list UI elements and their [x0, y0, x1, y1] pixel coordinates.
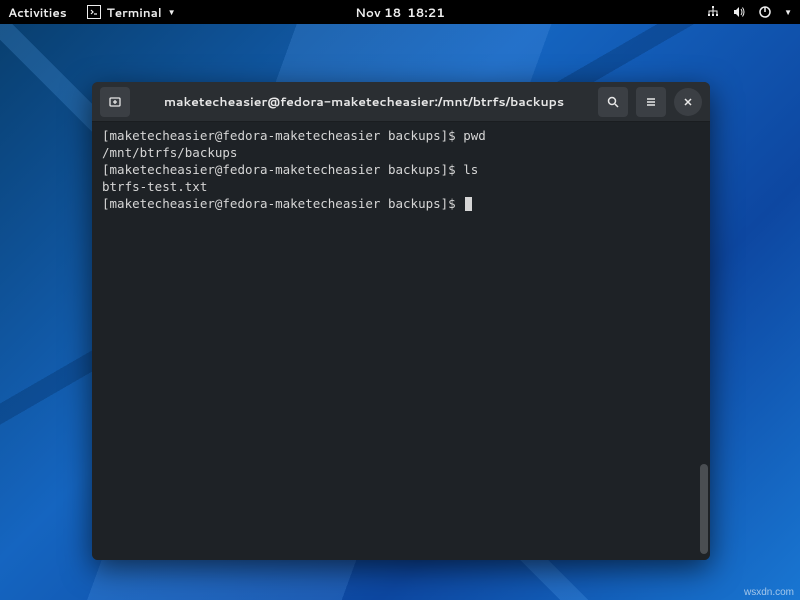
menu-button[interactable]	[636, 87, 666, 117]
active-app-name: Terminal	[107, 4, 162, 21]
power-icon[interactable]	[758, 5, 772, 19]
window-title: maketecheasier@fedora-maketecheasier:/mn…	[132, 93, 596, 111]
terminal-window: maketecheasier@fedora-maketecheasier:/mn…	[92, 82, 710, 560]
terminal-icon	[87, 5, 101, 19]
terminal-line: [maketecheasier@fedora-maketecheasier ba…	[102, 162, 700, 179]
volume-icon[interactable]	[732, 5, 746, 19]
window-titlebar[interactable]: maketecheasier@fedora-maketecheasier:/mn…	[92, 82, 710, 122]
cursor	[465, 197, 472, 211]
terminal-content[interactable]: [maketecheasier@fedora-maketecheasier ba…	[92, 122, 710, 560]
watermark: wsxdn.com	[744, 587, 794, 598]
terminal-line: btrfs-test.txt	[102, 179, 700, 196]
close-button[interactable]	[674, 88, 702, 116]
network-icon[interactable]	[706, 5, 720, 19]
search-button[interactable]	[598, 87, 628, 117]
terminal-line: /mnt/btrfs/backups	[102, 145, 700, 162]
clock[interactable]: Nov 18 18:21	[355, 4, 445, 21]
system-menu-chevron-icon[interactable]: ▼	[784, 6, 792, 18]
scrollbar-thumb[interactable]	[700, 464, 708, 554]
date-label: Nov 18	[355, 4, 401, 21]
gnome-topbar: Activities Terminal ▼ Nov 18 18:21 ▼	[0, 0, 800, 24]
activities-button[interactable]: Activities	[8, 4, 67, 21]
new-tab-button[interactable]	[100, 87, 130, 117]
terminal-line: [maketecheasier@fedora-maketecheasier ba…	[102, 196, 700, 213]
active-app-indicator[interactable]: Terminal ▼	[83, 2, 180, 23]
terminal-line: [maketecheasier@fedora-maketecheasier ba…	[102, 128, 700, 145]
time-label: 18:21	[407, 4, 445, 21]
chevron-down-icon: ▼	[168, 6, 176, 18]
